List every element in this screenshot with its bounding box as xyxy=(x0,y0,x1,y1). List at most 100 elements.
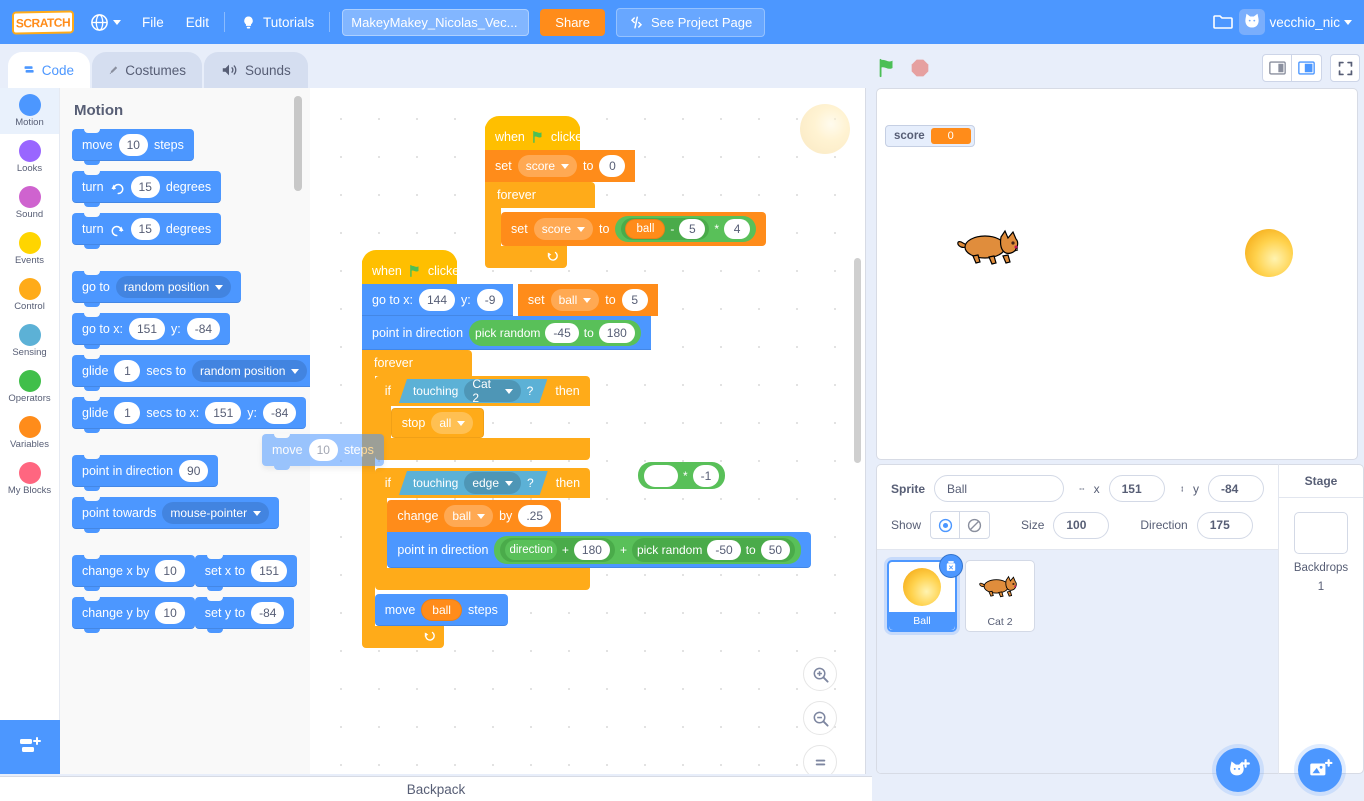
go-to-x-value[interactable]: 144 xyxy=(419,289,456,311)
menu-tutorials[interactable]: Tutorials xyxy=(229,0,325,44)
pick-random-to[interactable]: 180 xyxy=(598,323,635,343)
stage[interactable]: score 0 xyxy=(876,88,1358,460)
stage-backdrop-thumbnail[interactable] xyxy=(1294,512,1348,554)
block-go-to-xy[interactable]: go to x: 144 y: -9 xyxy=(362,284,514,316)
palette-block-glide-to[interactable]: glide 1 secs to random position xyxy=(72,355,310,391)
boolean-touching-edge[interactable]: touching edge ? xyxy=(399,471,548,495)
set-score-variable-dropdown[interactable]: score xyxy=(517,155,578,177)
set-ball-value[interactable]: 5 xyxy=(621,289,648,311)
block-stop-all[interactable]: stop all xyxy=(390,408,485,438)
set-score-expr-variable-dropdown[interactable]: score xyxy=(533,218,594,240)
block-number-input[interactable]: 151 xyxy=(205,402,242,424)
sprite-card-ball[interactable]: Ball xyxy=(887,554,963,632)
stop-dropdown[interactable]: all xyxy=(431,412,474,434)
block-number-input[interactable]: 1 xyxy=(114,402,141,424)
stop-button[interactable] xyxy=(910,58,930,78)
large-stage-button[interactable] xyxy=(1292,54,1322,82)
operator-pick-random-1[interactable]: pick random -45 to 180 xyxy=(469,320,641,346)
block-move-ball-steps[interactable]: move ball steps xyxy=(374,594,508,626)
loose-left-operand[interactable] xyxy=(644,464,678,487)
palette-block-go-to-xy[interactable]: go to x: 151 y: -84 xyxy=(72,313,231,349)
small-stage-button[interactable] xyxy=(1262,54,1292,82)
operator-multiply[interactable]: ball - 5 * 4 xyxy=(615,216,757,242)
fullscreen-button[interactable] xyxy=(1330,54,1360,82)
zoom-in-button[interactable] xyxy=(803,657,837,691)
block-if-touching-edge[interactable]: if touching edge ? then xyxy=(374,468,590,498)
block-forever-a[interactable]: forever xyxy=(485,182,595,208)
palette-block-move-steps[interactable]: move 10 steps xyxy=(72,129,194,165)
palette-block-glide-to-xy[interactable]: glide 1 secs to x: 151 y: -84 xyxy=(72,397,307,433)
block-number-input[interactable]: 10 xyxy=(155,602,185,624)
size-input[interactable] xyxy=(1053,511,1110,539)
operand-ball-variable[interactable]: ball xyxy=(625,219,666,239)
see-project-page-button[interactable]: See Project Page xyxy=(616,7,766,37)
block-set-score-0[interactable]: set score to 0 xyxy=(485,150,636,182)
operand-times-value[interactable]: 4 xyxy=(724,219,751,239)
category-sensing[interactable]: Sensing xyxy=(0,318,59,364)
move-ball-variable[interactable]: ball xyxy=(421,599,462,621)
scratch-logo[interactable]: SCRATCH xyxy=(12,9,74,35)
palette-block-point-towards[interactable]: point towards mouse-pointer xyxy=(72,497,280,533)
block-number-input[interactable]: 15 xyxy=(130,218,160,240)
palette-block-turn-left[interactable]: turn 15 degrees xyxy=(72,213,222,249)
block-number-input[interactable]: 151 xyxy=(251,560,288,582)
sprite-card-cat2[interactable]: Cat 2 xyxy=(965,560,1035,632)
user-chevron-down-icon[interactable] xyxy=(1344,19,1352,25)
operator-pick-random-2[interactable]: pick random -50 to 50 xyxy=(631,538,796,562)
category-variables[interactable]: Variables xyxy=(0,410,59,456)
delete-sprite-button[interactable] xyxy=(939,554,963,578)
operand-direction-reporter[interactable]: direction xyxy=(505,540,557,560)
block-number-input[interactable]: 15 xyxy=(130,176,160,198)
menu-file[interactable]: File xyxy=(131,0,175,44)
direction-input[interactable] xyxy=(1196,511,1253,539)
variable-monitor-score[interactable]: score 0 xyxy=(885,125,975,147)
sprite-name-input[interactable] xyxy=(934,475,1065,502)
add-extension-button[interactable] xyxy=(0,720,60,774)
block-number-input[interactable]: 90 xyxy=(179,460,209,482)
category-motion[interactable]: Motion xyxy=(0,88,59,134)
category-control[interactable]: Control xyxy=(0,272,59,318)
y-input[interactable] xyxy=(1208,475,1264,502)
block-set-ball[interactable]: set ball to 5 xyxy=(517,284,658,316)
category-my-blocks[interactable]: My Blocks xyxy=(0,456,59,502)
block-dropdown[interactable]: mouse-pointer xyxy=(162,502,270,524)
palette-block-turn-right[interactable]: turn 15 degrees xyxy=(72,171,222,207)
block-number-input[interactable]: 10 xyxy=(155,560,185,582)
palette-block-go-to[interactable]: go to random position xyxy=(72,271,242,307)
block-change-ball[interactable]: change ball by .25 xyxy=(387,500,561,532)
tab-sounds[interactable]: Sounds xyxy=(204,52,308,88)
block-number-input[interactable]: 1 xyxy=(114,360,141,382)
category-sound[interactable]: Sound xyxy=(0,180,59,226)
code-workspace[interactable]: when clicked set score to 0 forever set … xyxy=(310,88,866,774)
block-palette[interactable]: Motion move 10 steps turn 15 degrees turn 15 deg… xyxy=(60,88,310,774)
category-looks[interactable]: Looks xyxy=(0,134,59,180)
palette-scrollbar[interactable] xyxy=(294,96,302,191)
operator-subtract[interactable]: ball - 5 xyxy=(621,218,710,240)
change-ball-value[interactable]: .25 xyxy=(518,505,551,527)
block-number-input[interactable]: -84 xyxy=(251,602,285,624)
add-backdrop-button[interactable] xyxy=(1298,748,1342,792)
block-point-in-direction-random[interactable]: point in direction pick random -45 to 18… xyxy=(362,316,651,350)
canvas-vertical-scrollbar[interactable] xyxy=(854,258,861,463)
set-ball-variable-dropdown[interactable]: ball xyxy=(550,289,600,311)
block-number-input[interactable]: -84 xyxy=(186,318,221,340)
block-number-input[interactable]: -84 xyxy=(262,402,297,424)
loose-right-operand[interactable]: -1 xyxy=(692,464,720,487)
set-score-value[interactable]: 0 xyxy=(599,155,626,177)
operator-add-inner[interactable]: direction + 180 xyxy=(500,538,615,562)
zoom-out-button[interactable] xyxy=(803,701,837,735)
operand-180[interactable]: 180 xyxy=(573,540,610,560)
palette-block-set-x-to[interactable]: set x to 151 xyxy=(194,555,298,591)
stage-selector-pane[interactable]: Stage Backdrops 1 xyxy=(1278,464,1364,774)
script-when-flag-clicked-ball[interactable]: when clicked go to x: 144 y: -9 set ball… xyxy=(362,250,865,648)
share-button[interactable]: Share xyxy=(540,8,605,36)
avatar[interactable] xyxy=(1239,9,1266,35)
zoom-reset-button[interactable] xyxy=(803,745,837,774)
stage-sprite-cat[interactable] xyxy=(955,227,1027,274)
block-set-score-expr[interactable]: set score to ball - 5 * 4 xyxy=(501,212,767,246)
operator-add-outer[interactable]: direction + 180 + pick random -50 to 50 xyxy=(494,536,802,564)
palette-block-set-y-to[interactable]: set y to -84 xyxy=(194,597,295,633)
pick-random2-from[interactable]: -50 xyxy=(707,540,741,560)
pick-random-from[interactable]: -45 xyxy=(545,323,579,343)
block-number-input[interactable]: 10 xyxy=(118,134,148,156)
